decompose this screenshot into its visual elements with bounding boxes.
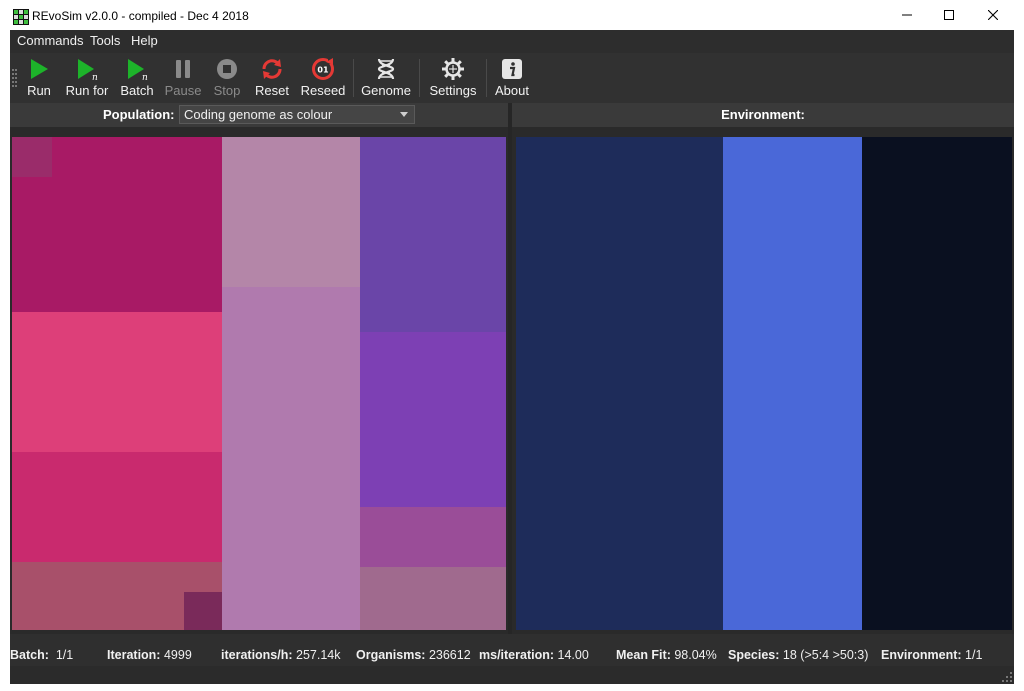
population-grid-image[interactable] (12, 137, 506, 630)
status-batch: Batch: 1/1 (10, 648, 74, 662)
environment-header: Environment: (512, 103, 1014, 127)
environment-region (862, 137, 1012, 630)
menu-help[interactable]: Help (131, 33, 158, 48)
title-bar: REvoSim v2.0.0 - compiled - Dec 4 2018 (0, 0, 1024, 30)
status-ms-per-iteration: ms/iteration: 14.00 (479, 648, 589, 662)
genome-button[interactable]: Genome (360, 55, 412, 101)
settings-label: Settings (429, 83, 477, 98)
status-bar-footer (10, 666, 1014, 684)
population-header: Population: Coding genome as colour (10, 103, 508, 127)
population-view (10, 127, 508, 634)
batch-play-icon: n (128, 59, 148, 81)
toolbar-grip-icon[interactable] (12, 69, 17, 89)
info-icon (502, 59, 522, 79)
run-button[interactable]: Run (24, 55, 54, 101)
toolbar-separator (353, 59, 354, 97)
stop-button[interactable]: Stop (212, 55, 242, 101)
toolbar-separator (419, 59, 420, 97)
status-iterations-per-hour: iterations/h: 257.14k (221, 648, 341, 662)
window-title: REvoSim v2.0.0 - compiled - Dec 4 2018 (32, 9, 249, 23)
reseed-label: Reseed (300, 83, 346, 98)
run-for-label: Run for (65, 83, 109, 98)
settings-gear-icon (442, 58, 464, 80)
menu-bar: Commands Tools Help (10, 30, 1014, 53)
status-bar: Batch: 1/1 Iteration: 4999 iterations/h:… (10, 646, 1014, 666)
stop-icon (217, 59, 237, 79)
environment-region (723, 137, 862, 630)
reset-label: Reset (255, 83, 289, 98)
reseed-badge: 01 (317, 66, 329, 75)
reseed-button[interactable]: 01 Reseed (300, 55, 346, 101)
batch-button[interactable]: n Batch (120, 55, 154, 101)
main-window: Commands Tools Help Run n Run for n Batc… (10, 30, 1014, 684)
population-region (222, 137, 360, 287)
status-environment: Environment: 1/1 (881, 648, 983, 662)
population-region (360, 137, 506, 332)
population-region (12, 312, 222, 452)
environment-view (512, 127, 1014, 634)
chevron-down-icon (400, 112, 408, 117)
about-button[interactable]: About (493, 55, 531, 101)
batch-subscript: n (142, 73, 148, 81)
population-label: Population: (103, 107, 175, 122)
pause-button[interactable]: Pause (164, 55, 202, 101)
environment-label: Environment: (721, 107, 805, 122)
environment-image[interactable] (516, 137, 1012, 630)
resize-grip-icon[interactable] (1002, 672, 1012, 682)
reseed-icon: 01 (312, 58, 334, 80)
population-region (360, 332, 506, 507)
population-region (184, 592, 222, 630)
reset-icon (262, 59, 282, 79)
status-organisms: Organisms: 236612 (356, 648, 471, 662)
environment-region (516, 137, 723, 630)
minimize-icon (902, 14, 912, 16)
pause-icon (176, 60, 190, 78)
toolbar: Run n Run for n Batch Pause Stop Reset 0… (10, 53, 1014, 103)
status-mean-fitness: Mean Fit: 98.04% (616, 648, 717, 662)
minimize-button[interactable] (884, 0, 930, 30)
maximize-icon (944, 10, 954, 20)
batch-label: Batch (120, 83, 154, 98)
genome-label: Genome (361, 83, 411, 98)
maximize-button[interactable] (926, 0, 972, 30)
dna-icon (377, 58, 395, 80)
status-iteration: Iteration: 4999 (107, 648, 192, 662)
stop-label: Stop (213, 83, 241, 98)
app-grid-icon (13, 9, 29, 25)
play-n-icon: n (78, 59, 98, 81)
play-icon (31, 59, 48, 79)
population-display-select[interactable]: Coding genome as colour (179, 105, 415, 124)
close-icon (988, 10, 998, 20)
run-for-button[interactable]: n Run for (62, 55, 112, 101)
population-region (12, 137, 52, 177)
pause-label: Pause (164, 83, 202, 98)
run-for-subscript: n (92, 73, 98, 81)
close-button[interactable] (970, 0, 1016, 30)
population-region (360, 567, 506, 630)
toolbar-separator (486, 59, 487, 97)
population-region (12, 452, 222, 562)
menu-commands[interactable]: Commands (17, 33, 83, 48)
population-display-value: Coding genome as colour (184, 107, 333, 122)
status-species: Species: 18 (>5:4 >50:3) (728, 648, 869, 662)
menu-tools[interactable]: Tools (90, 33, 120, 48)
reset-button[interactable]: Reset (254, 55, 290, 101)
about-label: About (495, 83, 529, 98)
run-label: Run (27, 83, 51, 98)
settings-button[interactable]: Settings (426, 55, 480, 101)
